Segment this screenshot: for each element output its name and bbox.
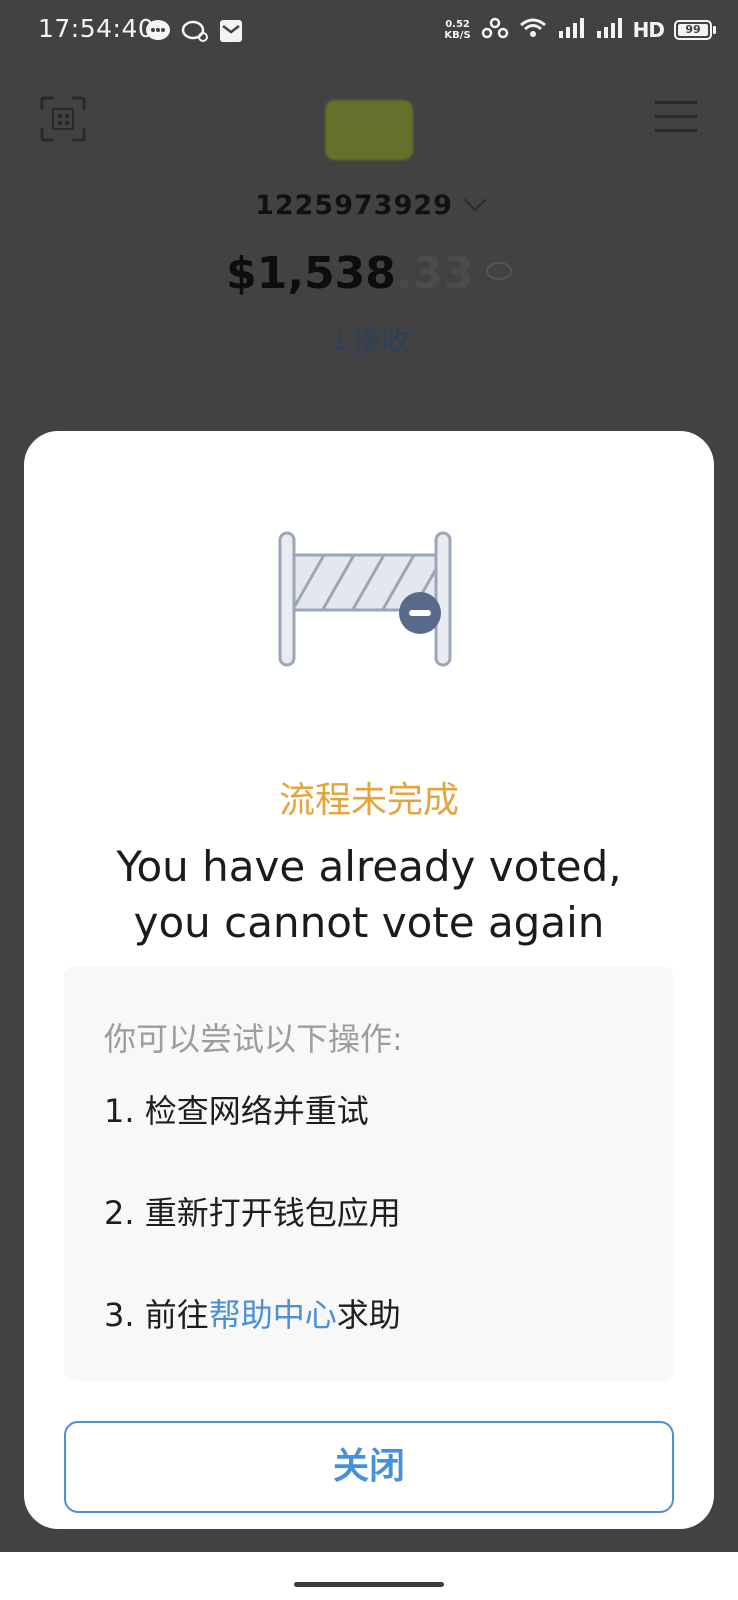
account-selector[interactable]: 1225973929 bbox=[0, 188, 738, 221]
barrier-icon bbox=[278, 528, 458, 672]
status-right: 0.52 KB/S HD 99 bbox=[444, 17, 716, 43]
menu-icon[interactable] bbox=[655, 100, 697, 138]
dialog-title-line1: You have already voted, bbox=[116, 842, 622, 891]
chevron-down-icon bbox=[463, 188, 487, 212]
error-dialog: 流程未完成 You have already voted, you cannot… bbox=[24, 431, 714, 1529]
balance-decimal: .33 bbox=[395, 248, 474, 299]
receive-button[interactable]: ↓接收 bbox=[0, 318, 738, 360]
home-indicator[interactable] bbox=[294, 1582, 444, 1587]
avatar[interactable] bbox=[325, 100, 413, 160]
hotspot-icon bbox=[481, 17, 509, 43]
scan-icon[interactable] bbox=[40, 96, 86, 146]
eye-icon[interactable] bbox=[485, 262, 512, 280]
network-label: HD bbox=[632, 18, 665, 42]
dialog-subtitle: 流程未完成 bbox=[278, 780, 459, 821]
status-time: 17:54:40 bbox=[38, 14, 155, 43]
balance-main: $1,538 bbox=[226, 248, 396, 299]
battery-icon: 99 bbox=[674, 20, 716, 40]
signal-icon bbox=[595, 17, 623, 43]
balance: $1,538.33 bbox=[0, 248, 738, 299]
signal-icon bbox=[557, 17, 585, 43]
tip-item-2: 2. 重新打开钱包应用 bbox=[104, 1194, 401, 1232]
screen-overlay: 17:54:40 0.52 KB/S HD 99 1225973929 $1,5… bbox=[0, 0, 738, 1552]
network-speed: 0.52 KB/S bbox=[444, 19, 471, 41]
tips-heading: 你可以尝试以下操作: bbox=[104, 1020, 403, 1058]
wifi-icon bbox=[519, 17, 547, 43]
tip-item-1: 1. 检查网络并重试 bbox=[104, 1092, 369, 1130]
message-icon bbox=[145, 19, 171, 47]
chat-icon bbox=[181, 19, 209, 47]
close-button[interactable]: 关闭 bbox=[64, 1421, 674, 1513]
account-number: 1225973929 bbox=[255, 190, 453, 221]
tips-box: 你可以尝试以下操作: 1. 检查网络并重试 2. 重新打开钱包应用 3. 前往帮… bbox=[64, 966, 674, 1381]
status-bar: 17:54:40 0.52 KB/S HD 99 bbox=[0, 0, 738, 62]
dialog-title-line2: you cannot vote again bbox=[133, 898, 605, 947]
dialog-title: You have already voted, you cannot vote … bbox=[64, 839, 674, 951]
help-center-link[interactable]: 帮助中心 bbox=[209, 1296, 337, 1334]
tip-item-3: 3. 前往帮助中心求助 bbox=[104, 1296, 401, 1334]
mail-icon bbox=[219, 19, 243, 47]
